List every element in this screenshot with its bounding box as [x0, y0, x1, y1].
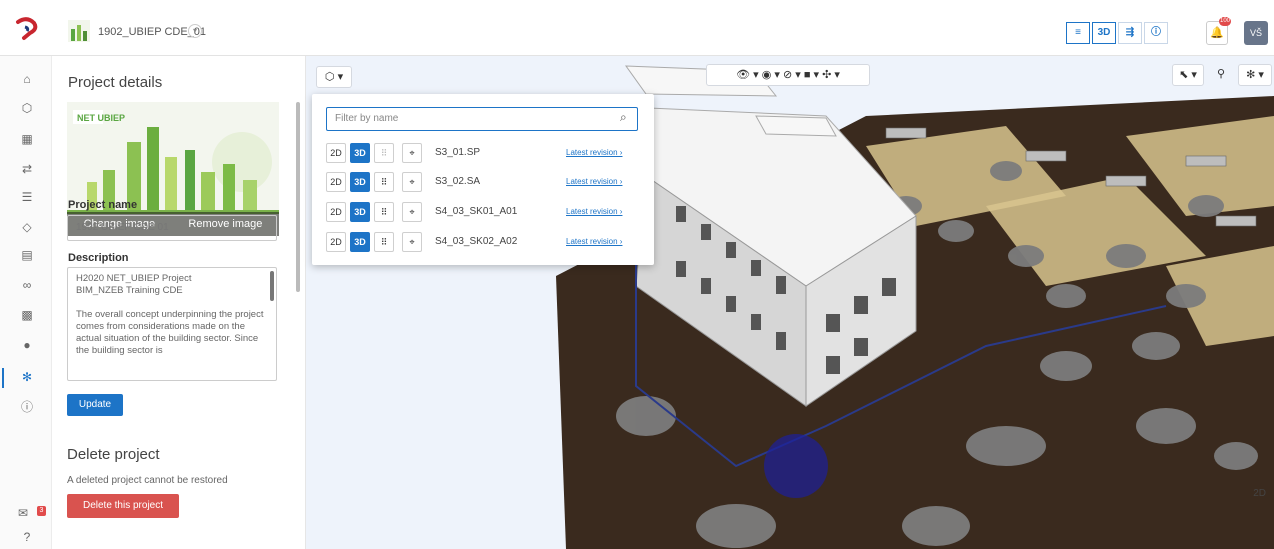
split-view-button[interactable]: ⇶: [1118, 22, 1142, 44]
model-name: S4_03_SK02_A02: [435, 236, 518, 247]
notification-badge: 100: [1219, 17, 1231, 26]
2d-toggle-button[interactable]: 2D: [326, 232, 346, 252]
grid-dots-icon[interactable]: ⠿: [374, 202, 394, 222]
flow-icon[interactable]: ⇄: [20, 162, 34, 176]
models-dropdown-button[interactable]: ⬡ ▾: [316, 66, 352, 88]
app-logo-icon[interactable]: [14, 16, 40, 42]
mail-icon[interactable]: ✉: [16, 506, 30, 520]
description-scrollbar[interactable]: [270, 271, 274, 301]
info-view-button[interactable]: ⓘ: [1144, 22, 1168, 44]
calendar-icon[interactable]: ▤: [20, 248, 34, 262]
xray-icon[interactable]: ◉ ▾: [762, 69, 780, 81]
model-row: 2D 3D ⠿ ⌖ S3_01.SP Latest revision ›: [326, 143, 640, 165]
isolate-icon[interactable]: ⌖: [402, 172, 422, 192]
help-icon[interactable]: ?: [20, 530, 34, 544]
3d-view-button[interactable]: 3D: [1092, 22, 1116, 44]
project-switch-chevron-icon[interactable]: ▾: [188, 24, 202, 38]
project-thumbnail-icon: [68, 20, 90, 42]
eye-icon[interactable]: 👁 ▾: [736, 69, 759, 81]
model-name: S3_01.SP: [435, 147, 481, 158]
project-name-input[interactable]: 1902 UBIEP CDE 01: [67, 215, 277, 241]
3d-toggle-button[interactable]: 3D: [350, 143, 370, 163]
grid-dots-icon[interactable]: ⠿: [374, 143, 394, 163]
person-icon[interactable]: ●: [20, 338, 34, 352]
top-bar: 1902_UBIEP CDE_01 ▾ ≡ 3D ⇶ ⓘ 🔔 100 VŠ: [0, 0, 1274, 56]
list-icon[interactable]: ☰: [20, 190, 34, 204]
latest-revision-link[interactable]: Latest revision ›: [566, 237, 622, 246]
model-row: 2D 3D ⠿ ⌖ S4_03_SK01_A01 Latest revision…: [326, 202, 640, 224]
net-ubiep-logo-text: NET UBIEP: [77, 113, 125, 123]
delete-project-note: A deleted project cannot be restored: [67, 475, 228, 486]
project-name-label: Project name: [68, 199, 138, 211]
grid-dots-icon[interactable]: ⠿: [374, 172, 394, 192]
latest-revision-link[interactable]: Latest revision ›: [566, 207, 622, 216]
description-label: Description: [68, 252, 129, 264]
view-2d-label[interactable]: 2D: [1253, 488, 1266, 499]
model-row: 2D 3D ⠿ ⌖ S4_03_SK02_A02 Latest revision…: [326, 232, 640, 254]
section-icon[interactable]: ✣ ▾: [822, 69, 840, 81]
tag-icon[interactable]: ◇: [20, 220, 34, 234]
dashboard-icon[interactable]: ⌂: [20, 72, 34, 86]
model-row: 2D 3D ⠿ ⌖ S3_02.SA Latest revision ›: [326, 172, 640, 194]
isolate-icon[interactable]: ⌖: [402, 143, 422, 163]
grid-dots-icon[interactable]: ⠿: [374, 232, 394, 252]
filter-by-name-input[interactable]: Filter by name: [326, 107, 638, 131]
save-icon[interactable]: ▦: [20, 132, 34, 146]
isolate-icon[interactable]: ⌖: [402, 232, 422, 252]
3d-toggle-button[interactable]: 3D: [350, 202, 370, 222]
select-tool-button[interactable]: ⬉ ▾: [1172, 64, 1204, 86]
grid-icon[interactable]: ▩: [20, 308, 34, 322]
list-view-button[interactable]: ≡: [1066, 22, 1090, 44]
project-details-panel: Project details NET UBIEP Change image R…: [52, 56, 306, 549]
panel-scrollbar[interactable]: [296, 102, 300, 292]
model-name: S4_03_SK01_A01: [435, 206, 518, 217]
settings-tool-button[interactable]: ✻ ▾: [1238, 64, 1272, 86]
visibility-toolbar: 👁 ▾ ◉ ▾ ⊘ ▾ ■ ▾ ✣ ▾: [706, 64, 870, 86]
settings-icon[interactable]: ✻: [20, 370, 34, 384]
2d-toggle-button[interactable]: 2D: [326, 202, 346, 222]
user-avatar[interactable]: VŠ: [1244, 21, 1268, 45]
square-icon[interactable]: ■ ▾: [804, 69, 819, 81]
2d-toggle-button[interactable]: 2D: [326, 172, 346, 192]
left-navigation-rail: ⌂ ⬡ ▦ ⇄ ☰ ◇ ▤ ∞ ▩ ● ✻ ⓘ ✉ 3 ?: [0, 56, 52, 549]
update-button[interactable]: Update: [67, 394, 123, 416]
3d-toggle-button[interactable]: 3D: [350, 232, 370, 252]
delete-project-heading: Delete project: [67, 446, 160, 463]
2d-toggle-button[interactable]: 2D: [326, 143, 346, 163]
panel-title: Project details: [68, 74, 163, 91]
latest-revision-link[interactable]: Latest revision ›: [566, 177, 622, 186]
model-name: S3_02.SA: [435, 176, 481, 187]
view-mode-toggle: ≡ 3D ⇶ ⓘ: [1066, 22, 1168, 44]
delete-project-button[interactable]: Delete this project: [67, 494, 179, 518]
models-dropdown-panel: Filter by name ⌕ 2D 3D ⠿ ⌖ S3_01.SP Late…: [312, 94, 654, 265]
mail-badge: 3: [37, 506, 46, 516]
cube-icon[interactable]: ⬡: [20, 101, 34, 115]
isolate-icon[interactable]: ⌖: [402, 202, 422, 222]
person-tool-icon[interactable]: ⚲: [1210, 64, 1232, 86]
search-icon[interactable]: ⌕: [620, 110, 648, 125]
hide-icon[interactable]: ⊘ ▾: [783, 69, 801, 81]
link-icon[interactable]: ∞: [20, 278, 34, 292]
description-textarea[interactable]: H2020 NET_UBIEP Project BIM_NZEB Trainin…: [67, 267, 277, 381]
3d-toggle-button[interactable]: 3D: [350, 172, 370, 192]
active-rail-indicator: [2, 368, 4, 388]
info-icon[interactable]: ⓘ: [20, 400, 34, 414]
latest-revision-link[interactable]: Latest revision ›: [566, 148, 622, 157]
